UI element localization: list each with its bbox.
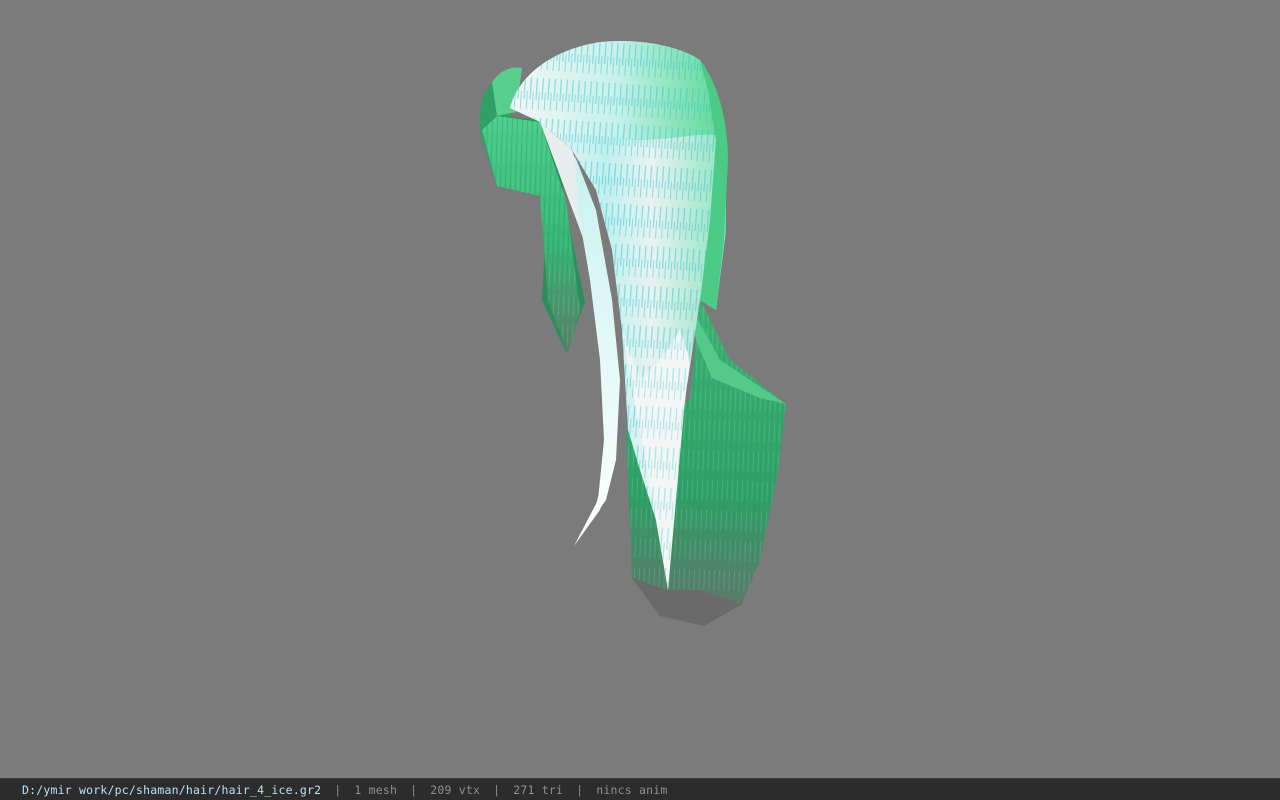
status-separator: | — [334, 782, 342, 797]
status-separator: | — [493, 782, 501, 797]
3d-viewport[interactable] — [0, 0, 1280, 778]
mesh-count-label: 1 mesh — [354, 782, 398, 797]
file-path-label: D:/ymir work/pc/shaman/hair/hair_4_ice.g… — [22, 782, 322, 797]
triangle-count-label: 271 tri — [513, 782, 564, 797]
status-bar: D:/ymir work/pc/shaman/hair/hair_4_ice.g… — [0, 778, 1280, 800]
vertex-count-label: 209 vtx — [430, 782, 481, 797]
status-separator: | — [410, 782, 418, 797]
animation-status-label: nincs anim — [596, 782, 668, 797]
hair-mesh — [479, 40, 786, 626]
hair-model-render[interactable] — [0, 0, 1280, 778]
status-separator: | — [576, 782, 584, 797]
